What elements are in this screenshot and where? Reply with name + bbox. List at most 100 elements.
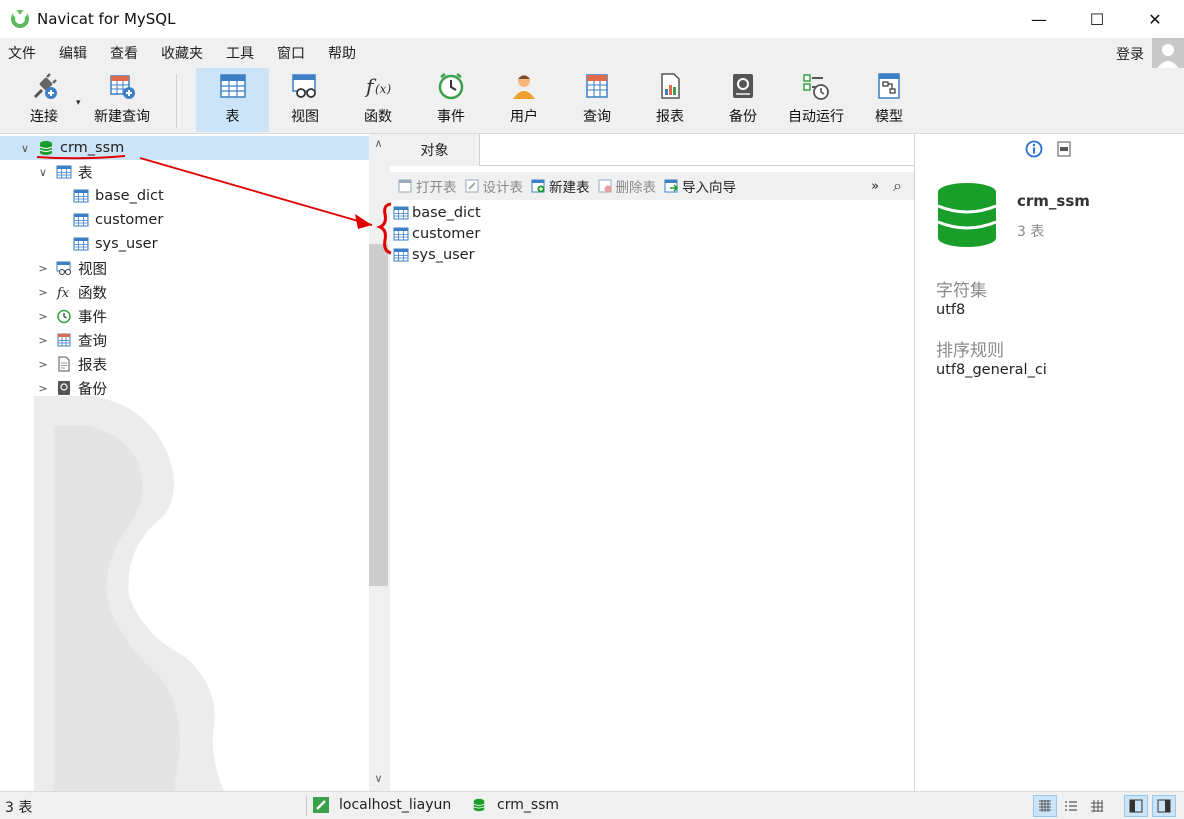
tree-scrollbar[interactable]: ∧ ∨ <box>369 134 390 791</box>
automation-button[interactable]: 自动运行 <box>782 68 850 132</box>
collapse-chevron-icon[interactable]: ∨ <box>36 166 50 179</box>
menu-file[interactable]: 文件 <box>0 43 51 63</box>
list-item[interactable]: customer <box>390 223 914 244</box>
table-button[interactable]: 表 <box>196 68 269 132</box>
delete-table-button[interactable]: 删除表 <box>598 176 656 196</box>
login-link[interactable]: 登录 <box>1116 44 1144 64</box>
menu-bar: 文件 编辑 查看 收藏夹 工具 窗口 帮助 登录 <box>0 38 1184 70</box>
view-label: 视图 <box>291 109 319 125</box>
avatar[interactable] <box>1152 38 1184 70</box>
report-button[interactable]: 报表 <box>639 68 701 132</box>
automation-icon <box>801 71 831 101</box>
function-icon: fx <box>56 284 72 300</box>
connect-button[interactable]: 连接 <box>14 68 74 132</box>
expand-chevron-icon[interactable]: > <box>36 358 50 371</box>
info-table-count: 3 表 <box>1017 224 1045 240</box>
list-view-button[interactable] <box>1033 795 1057 817</box>
scroll-down-arrow-icon[interactable]: ∨ <box>369 772 388 789</box>
report-icon <box>56 356 72 372</box>
expand-chevron-icon[interactable]: > <box>36 382 50 395</box>
info-icon[interactable] <box>1025 140 1043 158</box>
maximize-button[interactable]: ☐ <box>1068 0 1126 38</box>
user-label: 用户 <box>510 109 538 125</box>
design-table-button[interactable]: 设计表 <box>465 176 524 196</box>
expand-chevron-icon[interactable]: > <box>36 334 50 347</box>
new-table-button[interactable]: 新建表 <box>531 176 590 196</box>
ddl-icon[interactable] <box>1055 140 1073 158</box>
import-wizard-label: 导入向导 <box>682 180 736 196</box>
new-query-label: 新建查询 <box>94 109 150 125</box>
connect-dropdown-caret[interactable]: ▾ <box>76 98 81 108</box>
open-table-label: 打开表 <box>416 180 457 196</box>
user-button[interactable]: 用户 <box>493 68 555 132</box>
svg-text:fx: fx <box>56 286 70 300</box>
er-view-button[interactable] <box>1085 795 1109 817</box>
tree-item-events[interactable]: > 事件 <box>0 304 369 328</box>
design-table-icon <box>465 179 478 193</box>
object-pane: 对象 打开表 设计表 新建表 删除表 导入向导 » ⌕ base_dict cu… <box>390 134 914 791</box>
expand-chevron-icon[interactable]: > <box>36 262 50 275</box>
table-icon <box>73 236 89 252</box>
minimize-button[interactable]: — <box>1010 0 1068 38</box>
new-query-button[interactable]: 新建查询 <box>88 68 156 132</box>
connection-icon <box>313 797 329 813</box>
tree-item-customer[interactable]: customer <box>0 208 369 232</box>
list-item[interactable]: sys_user <box>390 244 914 265</box>
tab-objects[interactable]: 对象 <box>390 134 480 166</box>
table-icon <box>56 164 72 180</box>
expand-chevron-icon[interactable]: > <box>36 286 50 299</box>
query-label: 查询 <box>583 109 611 125</box>
backup-button[interactable]: 备份 <box>712 68 774 132</box>
design-table-label: 设计表 <box>482 180 524 196</box>
scroll-up-arrow-icon[interactable]: ∧ <box>369 137 388 154</box>
tree-item-base-dict[interactable]: base_dict <box>0 184 369 208</box>
menu-help[interactable]: 帮助 <box>320 43 371 63</box>
automation-label: 自动运行 <box>788 109 844 125</box>
detail-view-button[interactable] <box>1059 795 1083 817</box>
collapse-chevron-icon[interactable]: ∨ <box>18 142 32 155</box>
scrollbar-thumb[interactable] <box>369 244 388 586</box>
expand-chevron-icon[interactable]: > <box>36 310 50 323</box>
search-icon[interactable]: ⌕ <box>893 176 902 196</box>
new-table-label: 新建表 <box>549 180 590 196</box>
query-icon <box>582 71 612 101</box>
tree-item-views[interactable]: > 视图 <box>0 256 369 280</box>
list-item-label: base_dict <box>412 204 481 221</box>
tree-item-reports[interactable]: > 报表 <box>0 352 369 376</box>
svg-text:(x): (x) <box>375 82 391 96</box>
report-icon <box>655 71 685 101</box>
open-table-button[interactable]: 打开表 <box>398 176 457 196</box>
menu-view[interactable]: 查看 <box>102 43 153 63</box>
event-button[interactable]: 事件 <box>420 68 482 132</box>
tree-item-queries[interactable]: > 查询 <box>0 328 369 352</box>
delete-table-icon <box>598 179 611 193</box>
view-button[interactable]: 视图 <box>274 68 336 132</box>
tree-item-crm-ssm[interactable]: ∨ crm_ssm <box>0 136 369 160</box>
tree-label-sys-user: sys_user <box>95 236 158 252</box>
list-item[interactable]: base_dict <box>390 202 914 223</box>
menu-tools[interactable]: 工具 <box>218 43 269 63</box>
menu-edit[interactable]: 编辑 <box>51 43 102 63</box>
import-wizard-icon <box>664 179 678 193</box>
grid-small-icon <box>1039 800 1051 812</box>
status-separator <box>306 796 307 816</box>
function-button[interactable]: f (x) 函数 <box>347 68 409 132</box>
tree-item-sys-user[interactable]: sys_user <box>0 232 369 256</box>
menu-favorites[interactable]: 收藏夹 <box>153 43 218 63</box>
table-icon <box>73 212 89 228</box>
close-button[interactable]: ✕ <box>1126 0 1184 38</box>
new-query-icon <box>107 71 137 101</box>
function-icon: f (x) <box>363 71 393 101</box>
import-wizard-button[interactable]: 导入向导 <box>664 176 736 196</box>
query-button[interactable]: 查询 <box>566 68 628 132</box>
more-tools-chevron-icon[interactable]: » <box>871 179 879 194</box>
toggle-right-panel-button[interactable] <box>1152 795 1176 817</box>
model-button[interactable]: 模型 <box>858 68 920 132</box>
tree-item-functions[interactable]: > fx 函数 <box>0 280 369 304</box>
table-icon <box>218 71 248 101</box>
toggle-left-panel-button[interactable] <box>1124 795 1148 817</box>
menu-window[interactable]: 窗口 <box>269 43 320 63</box>
main-toolbar: 连接 ▾ 新建查询 表 视图 f (x) 函数 事件 用户 查询 报表 备份 自… <box>0 68 1184 134</box>
table-icon <box>393 206 409 219</box>
tree-item-tables[interactable]: ∨ 表 <box>0 160 369 184</box>
